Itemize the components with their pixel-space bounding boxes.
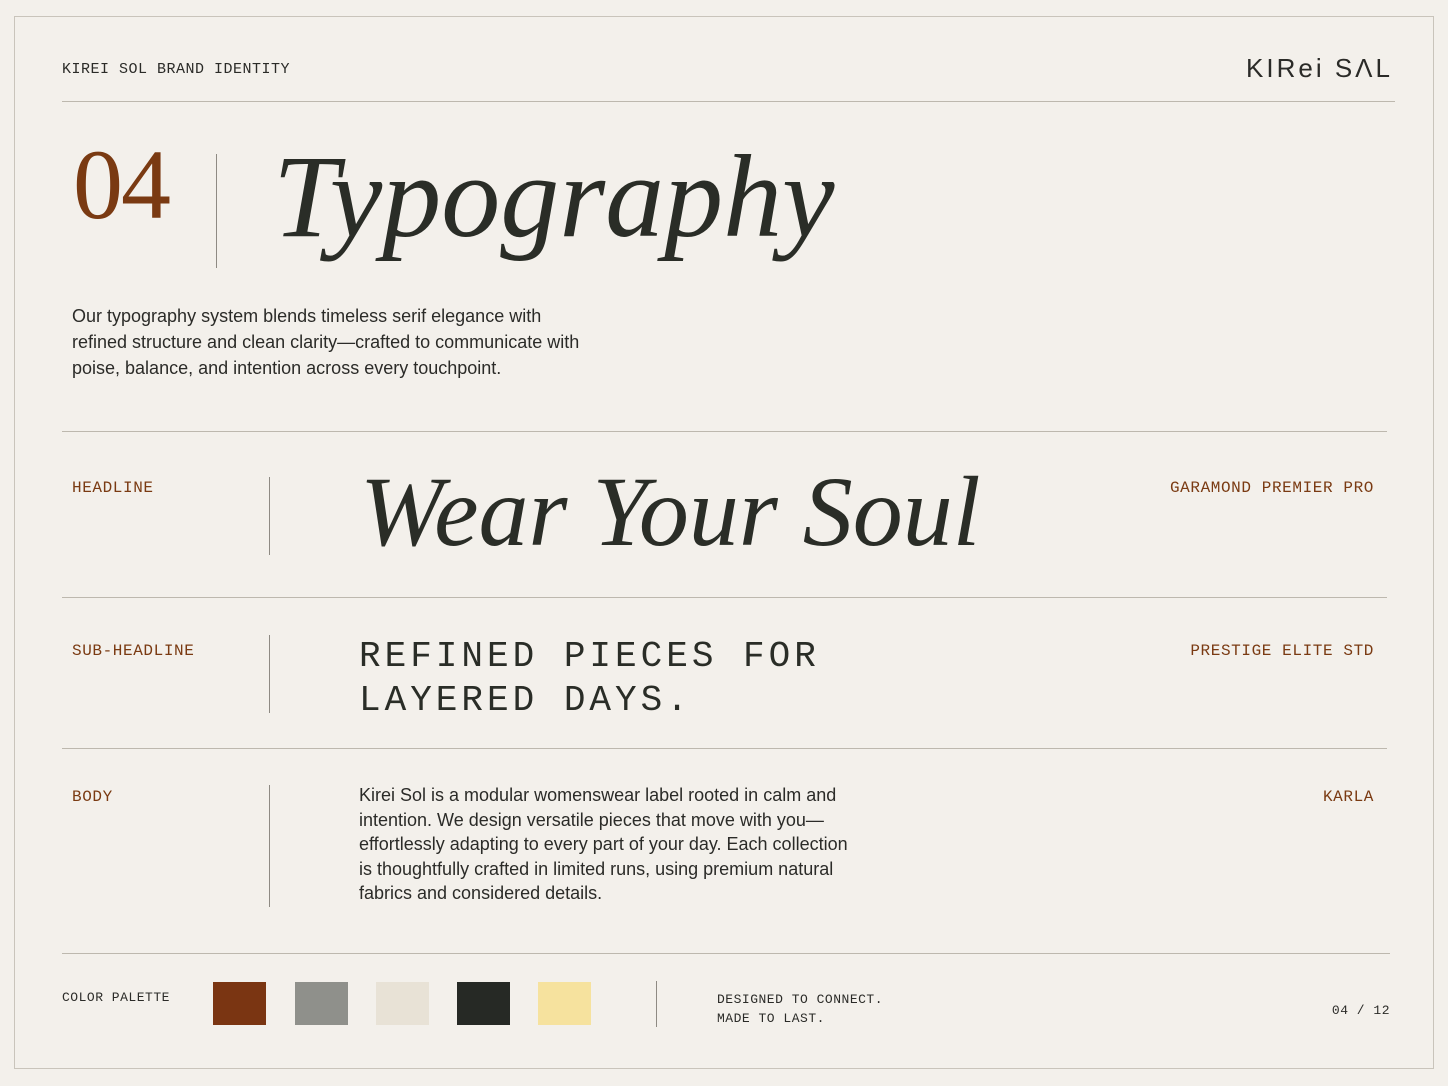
color-swatch-cream bbox=[376, 982, 429, 1025]
brand-tagline: DESIGNED TO CONNECT. MADE TO LAST. bbox=[717, 990, 883, 1028]
page-indicator: 04 / 12 bbox=[1331, 1003, 1390, 1018]
tagline-line-1: DESIGNED TO CONNECT. bbox=[717, 992, 884, 1007]
specimen-divider bbox=[269, 477, 270, 555]
specimen-label-subheadline: SUB-HEADLINE bbox=[72, 642, 195, 660]
color-swatch-rust bbox=[213, 982, 266, 1025]
specimen-label-body: BODY bbox=[72, 788, 113, 806]
footer-divider bbox=[62, 953, 1390, 954]
tagline-line-2: MADE TO LAST. bbox=[717, 1011, 825, 1026]
section-title-divider bbox=[216, 154, 217, 268]
section-intro: Our typography system blends timeless se… bbox=[72, 306, 580, 378]
brand-logo: KIRei SɅL bbox=[1246, 53, 1393, 83]
specimen-divider bbox=[269, 785, 270, 907]
specimen-sample-headline: Wear Your Soul bbox=[360, 456, 981, 567]
document-title: KIREI SOL BRAND IDENTITY bbox=[62, 61, 291, 78]
color-swatch-stone-gray bbox=[295, 982, 348, 1025]
specimen-font-subheadline: PRESTIGE ELITE STD bbox=[1190, 642, 1374, 660]
header-divider bbox=[62, 101, 1395, 102]
specimen-sample-subheadline: REFINED PIECES FOR LAYERED DAYS. bbox=[359, 636, 820, 721]
color-palette-label: COLOR PALETTE bbox=[62, 990, 170, 1005]
specimen-font-headline: GARAMOND PREMIER PRO bbox=[1169, 479, 1374, 497]
specimen-font-body: KARLA bbox=[1322, 788, 1374, 806]
brand-guide-page: KIREI SOL BRAND IDENTITY KIRei SɅL 04 Ty… bbox=[14, 16, 1434, 1069]
color-swatch-butter-yellow bbox=[538, 982, 591, 1025]
row-divider bbox=[62, 431, 1387, 432]
color-swatch-charcoal bbox=[457, 982, 510, 1025]
footer-divider-vertical bbox=[656, 981, 657, 1027]
specimen-label-headline: HEADLINE bbox=[72, 479, 154, 497]
row-divider bbox=[62, 748, 1387, 749]
section-number: 04 bbox=[73, 129, 171, 240]
row-divider bbox=[62, 597, 1387, 598]
specimen-sample-body: Kirei Sol is a modular womenswear label … bbox=[359, 785, 848, 904]
section-title: Typography bbox=[273, 131, 835, 262]
specimen-divider bbox=[269, 635, 270, 713]
